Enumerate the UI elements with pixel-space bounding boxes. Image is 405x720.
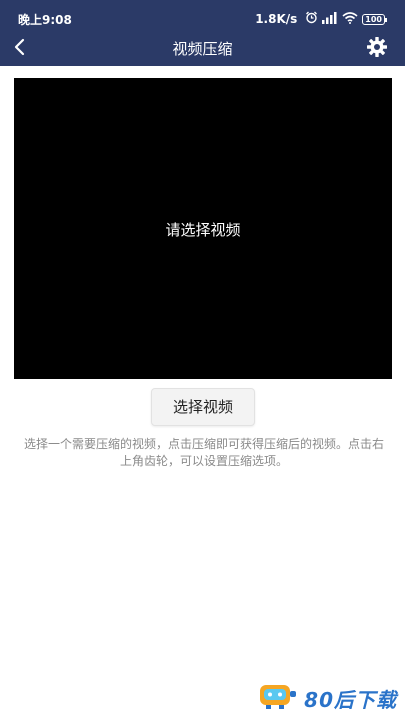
wifi-icon: [342, 11, 358, 27]
select-video-button[interactable]: 选择视频: [151, 388, 255, 426]
watermark: 80后下载: [258, 682, 397, 714]
title-bar: 视频压缩: [0, 30, 405, 66]
status-time: 晚上9:08: [18, 13, 72, 27]
watermark-text: 80后下载: [304, 687, 397, 712]
page-title: 视频压缩: [172, 40, 233, 58]
gear-icon: [367, 37, 387, 57]
settings-button[interactable]: [365, 35, 389, 59]
video-preview[interactable]: 请选择视频: [14, 78, 392, 379]
network-speed: 1.8K/s: [255, 12, 298, 26]
signal-icon: [322, 11, 338, 27]
battery-icon: 100: [362, 13, 387, 25]
top-bar: 晚上9:08 1.8K/s 100 视频压缩: [0, 0, 405, 66]
status-right: 1.8K/s 100: [255, 11, 387, 27]
robot-logo-icon: [258, 682, 298, 714]
video-placeholder-text: 请选择视频: [165, 221, 241, 239]
hint-text: 选择一个需要压缩的视频，点击压缩即可获得压缩后的视频。点击右上角齿轮，可以设置压…: [23, 437, 384, 468]
alarm-icon: [305, 11, 318, 27]
